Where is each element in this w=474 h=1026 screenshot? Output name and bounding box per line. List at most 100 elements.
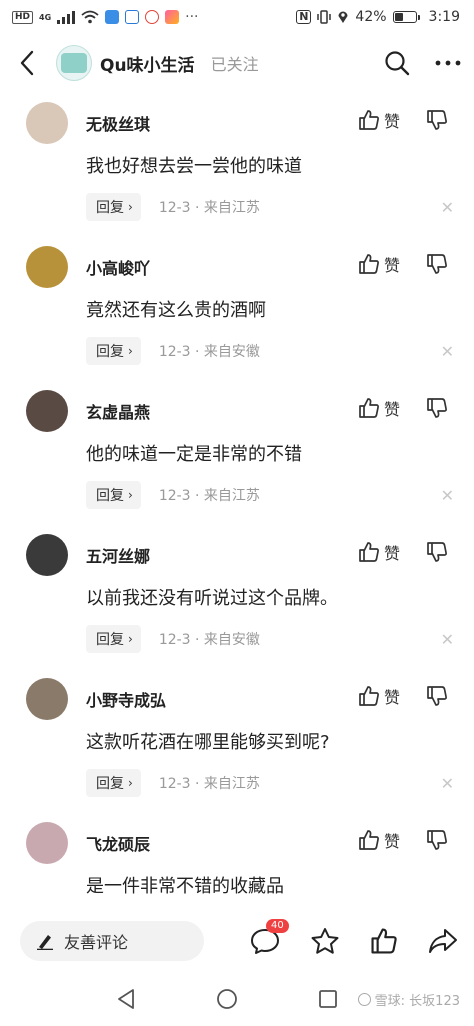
reply-button[interactable]: 回复 › xyxy=(86,481,141,509)
reply-button[interactable]: 回复 › xyxy=(86,625,141,653)
comments-button[interactable]: 40 xyxy=(250,919,289,955)
comment-item: 飞龙硕辰 赞 是一件非常不错的收藏品 回复› ✕ xyxy=(0,812,474,910)
like-button[interactable]: 赞 xyxy=(358,108,400,132)
commenter-avatar[interactable] xyxy=(26,390,68,432)
status-bar: HD 4G ··· N 42% 3:19 xyxy=(0,0,474,34)
xueqiu-logo-icon xyxy=(357,993,371,1006)
battery-icon xyxy=(392,11,420,23)
header: Qu味小生活 已关注 xyxy=(0,34,474,92)
favorite-button[interactable] xyxy=(310,927,340,955)
commenter-avatar[interactable] xyxy=(26,102,68,144)
search-button[interactable] xyxy=(384,50,410,76)
commenter-avatar[interactable] xyxy=(26,534,68,576)
like-button[interactable]: 赞 xyxy=(358,828,400,852)
like-button[interactable]: 赞 xyxy=(358,252,400,276)
commenter-name[interactable]: 小野寺成弘 xyxy=(86,687,166,711)
like-label: 赞 xyxy=(383,832,400,851)
more-notifications-icon: ··· xyxy=(185,9,199,25)
like-label: 赞 xyxy=(383,256,400,275)
dislike-button[interactable] xyxy=(426,685,448,707)
reply-button[interactable]: 回复 › xyxy=(86,337,141,365)
comment-actions: 赞 xyxy=(358,108,448,132)
app-notification-icon xyxy=(165,10,180,24)
comment-count-badge: 40 xyxy=(266,919,289,933)
reply-button[interactable]: 回复 › xyxy=(86,193,141,221)
close-icon[interactable]: ✕ xyxy=(441,342,454,361)
nav-back-icon[interactable] xyxy=(116,988,136,1010)
comment-input[interactable]: 友善评论 xyxy=(20,921,204,961)
comment-actions: 赞 xyxy=(358,684,448,708)
chevron-right-icon: › xyxy=(128,200,133,214)
thumbs-down-icon xyxy=(427,398,447,418)
like-button[interactable]: 赞 xyxy=(358,540,400,564)
comment-item: 小野寺成弘 赞 这款听花酒在哪里能够买到呢? 回复 › 12-3 · 来自江苏 ✕ xyxy=(0,668,474,812)
commenter-avatar[interactable] xyxy=(26,822,68,864)
dislike-button[interactable] xyxy=(426,541,448,563)
comment-text: 是一件非常不错的收藏品 xyxy=(86,876,284,897)
commenter-name[interactable]: 小高峻吖 xyxy=(86,255,150,279)
bottom-action-bar: 友善评论 40 xyxy=(0,910,474,972)
status-left: HD 4G ··· xyxy=(12,9,199,25)
close-icon[interactable]: ✕ xyxy=(441,630,454,649)
weibo-notification-icon xyxy=(145,10,160,24)
comment-actions: 赞 xyxy=(358,828,448,852)
more-button[interactable] xyxy=(434,59,462,67)
close-icon[interactable]: ✕ xyxy=(441,486,454,505)
thumbs-down-icon xyxy=(427,254,447,274)
comment-meta: 回复 › 12-3 · 来自安徽 ✕ xyxy=(86,625,454,653)
like-post-button[interactable] xyxy=(370,927,398,955)
comment-text: 这款听花酒在哪里能够买到呢? xyxy=(86,732,330,753)
account-avatar[interactable] xyxy=(56,45,92,81)
close-icon[interactable]: ✕ xyxy=(441,198,454,217)
thumbs-up-icon xyxy=(359,110,379,130)
share-button[interactable] xyxy=(428,927,458,955)
network-type: 4G xyxy=(39,12,52,22)
commenter-name[interactable]: 玄虚晶燕 xyxy=(86,399,150,423)
thumbs-up-icon xyxy=(359,686,379,706)
dislike-button[interactable] xyxy=(426,397,448,419)
like-button[interactable]: 赞 xyxy=(358,684,400,708)
nav-recents-icon[interactable] xyxy=(318,989,338,1009)
thumbs-up-icon xyxy=(371,928,397,954)
thumbs-up-icon xyxy=(359,830,379,850)
commenter-name[interactable]: 飞龙硕辰 xyxy=(86,831,150,855)
page-title[interactable]: Qu味小生活 xyxy=(100,51,195,76)
dislike-button[interactable] xyxy=(426,253,448,275)
comment-meta: 回复 › 12-3 · 来自江苏 ✕ xyxy=(86,769,454,797)
comment-meta: 回复 › 12-3 · 来自江苏 ✕ xyxy=(86,193,454,221)
comment-date-location: 12-3 · 来自江苏 xyxy=(158,776,260,792)
like-button[interactable]: 赞 xyxy=(358,396,400,420)
commenter-name[interactable]: 无极丝琪 xyxy=(86,111,150,135)
comment-text: 以前我还没有听说过这个品牌。 xyxy=(86,588,338,609)
watermark: 雪球: 长坂123 xyxy=(357,990,460,1009)
dislike-button[interactable] xyxy=(426,829,448,851)
nav-home-icon[interactable] xyxy=(216,988,238,1010)
commenter-avatar[interactable] xyxy=(26,678,68,720)
comment-meta: 回复 › 12-3 · 来自江苏 ✕ xyxy=(86,481,454,509)
chevron-right-icon: › xyxy=(128,776,133,790)
thumbs-up-icon xyxy=(359,254,379,274)
commenter-avatar[interactable] xyxy=(26,246,68,288)
pen-icon xyxy=(37,935,53,950)
hd-indicator: HD xyxy=(12,10,34,24)
status-right: N 42% 3:19 xyxy=(296,9,460,25)
like-label: 赞 xyxy=(383,400,400,419)
close-icon[interactable]: ✕ xyxy=(441,774,454,793)
comment-text: 他的味道一定是非常的不错 xyxy=(86,444,302,465)
reply-button[interactable]: 回复 › xyxy=(86,769,141,797)
app-notification-icon xyxy=(125,10,140,24)
like-label: 赞 xyxy=(383,544,400,563)
comment-date-location: 12-3 · 来自江苏 xyxy=(158,488,260,504)
comment-date-location: 12-3 · 来自江苏 xyxy=(158,200,260,216)
like-label: 赞 xyxy=(383,688,400,707)
comment-actions: 赞 xyxy=(358,540,448,564)
follow-status[interactable]: 已关注 xyxy=(211,51,259,75)
back-arrow-icon xyxy=(20,50,34,76)
dislike-button[interactable] xyxy=(426,109,448,131)
thumbs-down-icon xyxy=(427,110,447,130)
thumbs-up-icon xyxy=(359,542,379,562)
back-button[interactable] xyxy=(12,43,42,83)
like-label: 赞 xyxy=(383,112,400,131)
commenter-name[interactable]: 五河丝娜 xyxy=(86,543,150,567)
watermark-text: 雪球: 长坂123 xyxy=(374,994,460,1009)
